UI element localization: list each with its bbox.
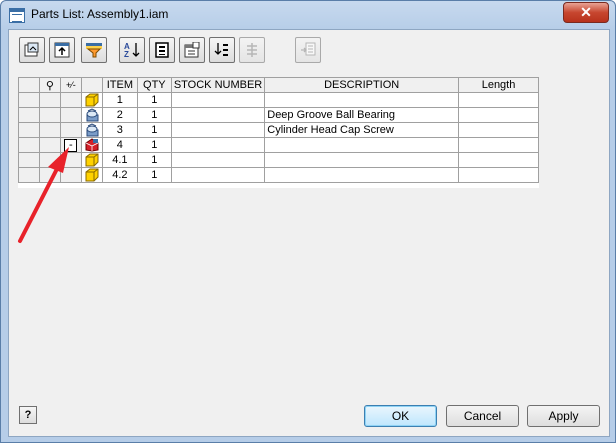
- arrow-shaft: [18, 159, 63, 243]
- annotation-arrow: [18, 147, 69, 243]
- parts-list-dialog: Parts List: Assembly1.iam ✕ A Z ⚲ +⁄- IT…: [0, 0, 616, 443]
- arrow-head: [48, 147, 69, 173]
